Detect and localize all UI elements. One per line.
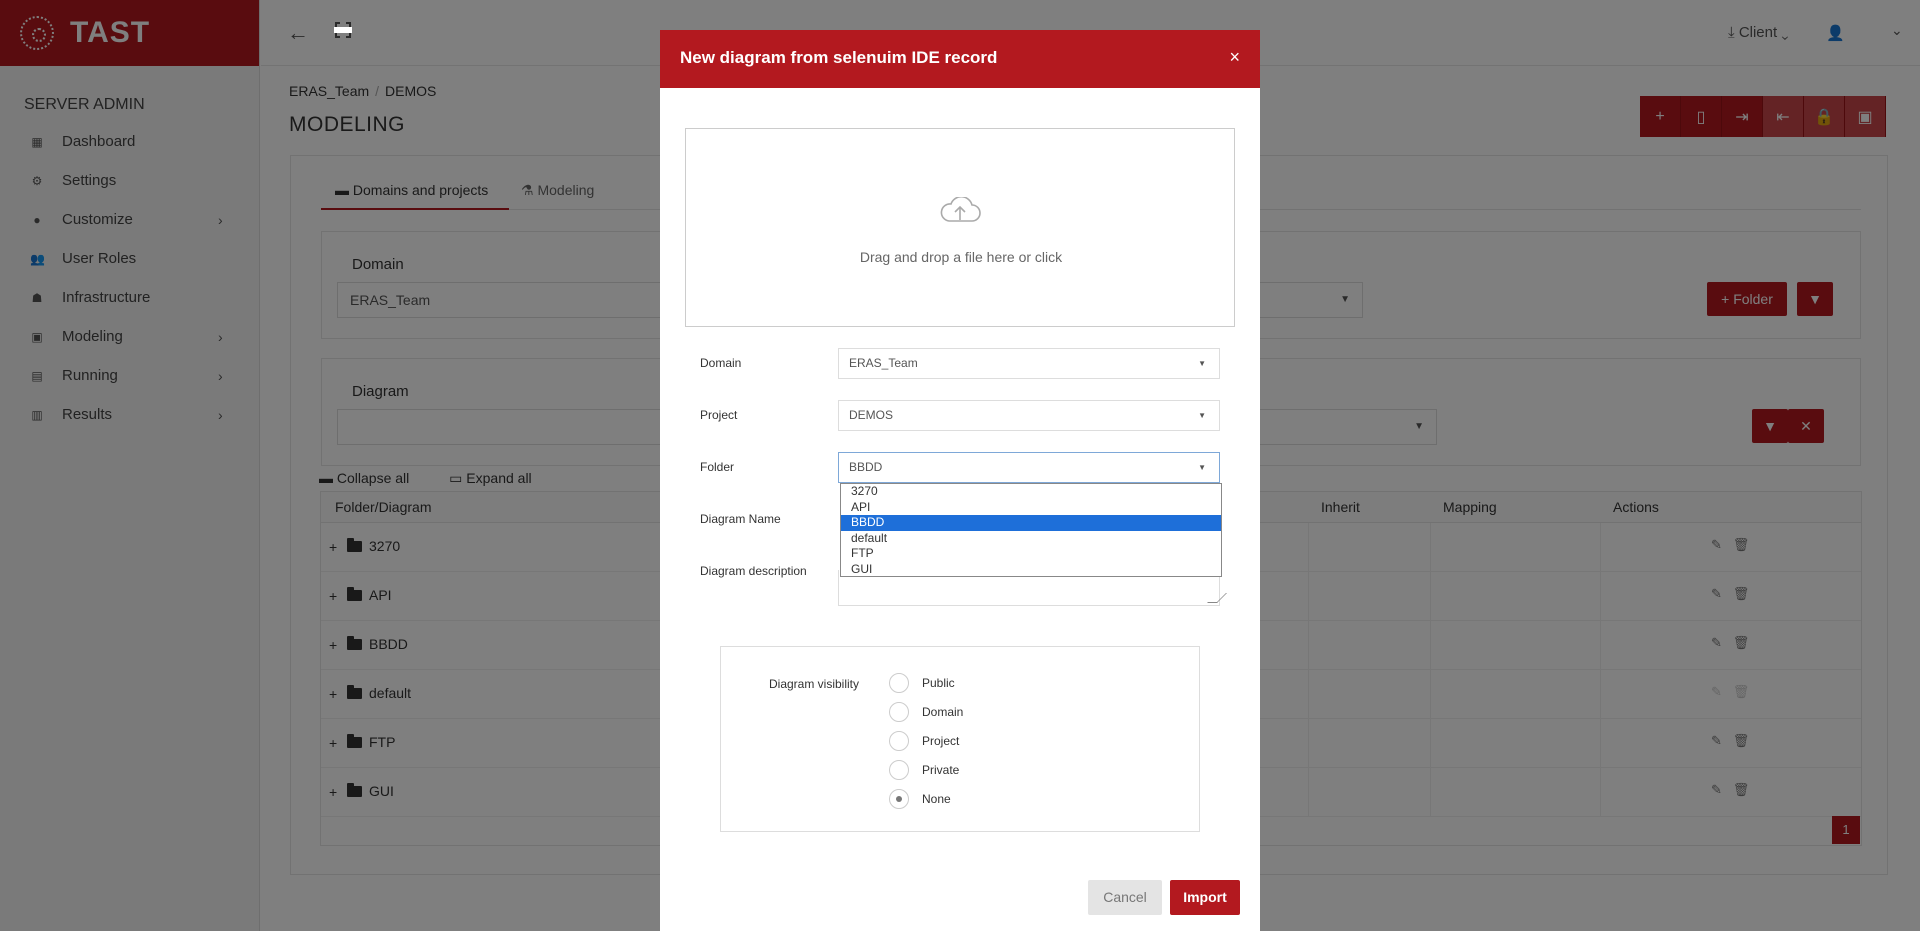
radio-label: Domain bbox=[922, 705, 964, 719]
dropdown-option[interactable]: default bbox=[841, 531, 1221, 547]
radio-label: None bbox=[922, 792, 951, 806]
radio-button[interactable] bbox=[889, 673, 909, 693]
folder-select[interactable]: BBDD ▼ bbox=[838, 452, 1220, 483]
folder-label: Folder bbox=[700, 460, 735, 474]
project-label: Project bbox=[700, 408, 738, 422]
import-button[interactable]: Import bbox=[1170, 880, 1240, 915]
dropdown-option[interactable]: API bbox=[841, 500, 1221, 516]
dropzone-text: Drag and drop a file here or click bbox=[859, 249, 1063, 265]
chevron-down-icon: ▼ bbox=[1198, 463, 1206, 472]
domain-select-value: ERAS_Team bbox=[849, 356, 918, 370]
resize-handle-icon[interactable] bbox=[1207, 593, 1227, 603]
domain-label: Domain bbox=[700, 356, 742, 370]
radio-button-checked[interactable] bbox=[889, 789, 909, 809]
chevron-down-icon: ▼ bbox=[1198, 359, 1206, 368]
visibility-option-private[interactable]: Private bbox=[889, 759, 959, 781]
visibility-option-none[interactable]: None bbox=[889, 788, 951, 810]
radio-label: Public bbox=[922, 676, 955, 690]
dropdown-option-selected[interactable]: BBDD bbox=[841, 515, 1221, 531]
folder-dropdown-list: 3270 API BBDD default FTP GUI bbox=[840, 483, 1222, 577]
project-select[interactable]: DEMOS ▼ bbox=[838, 400, 1220, 431]
cancel-button[interactable]: Cancel bbox=[1088, 880, 1162, 915]
dropdown-option[interactable]: 3270 bbox=[841, 484, 1221, 500]
folder-select-value: BBDD bbox=[849, 460, 883, 474]
visibility-option-domain[interactable]: Domain bbox=[889, 701, 963, 723]
radio-button[interactable] bbox=[889, 702, 909, 722]
visibility-option-public[interactable]: Public bbox=[889, 672, 955, 694]
modal-header: New diagram from selenuim IDE record × bbox=[660, 30, 1260, 88]
import-diagram-modal: New diagram from selenuim IDE record × D… bbox=[660, 30, 1260, 931]
visibility-panel: Diagram visibility Public Domain Project… bbox=[720, 646, 1200, 832]
dropdown-option[interactable]: FTP bbox=[841, 546, 1221, 562]
file-dropzone[interactable]: Drag and drop a file here or click bbox=[685, 128, 1235, 327]
radio-button[interactable] bbox=[889, 760, 909, 780]
radio-button[interactable] bbox=[889, 731, 909, 751]
visibility-label: Diagram visibility bbox=[769, 677, 860, 691]
dropdown-option[interactable]: GUI bbox=[841, 562, 1221, 578]
visibility-option-project[interactable]: Project bbox=[889, 730, 959, 752]
project-select-value: DEMOS bbox=[849, 408, 894, 422]
diagram-description-label: Diagram description bbox=[700, 564, 807, 578]
radio-label: Private bbox=[922, 763, 960, 777]
diagram-name-label: Diagram Name bbox=[700, 512, 781, 526]
cloud-upload-icon bbox=[940, 197, 981, 222]
domain-select[interactable]: ERAS_Team ▼ bbox=[838, 348, 1220, 379]
close-icon[interactable]: × bbox=[1229, 47, 1240, 68]
modal-title: New diagram from selenuim IDE record bbox=[680, 48, 998, 67]
radio-label: Project bbox=[922, 734, 960, 748]
chevron-down-icon: ▼ bbox=[1198, 411, 1206, 420]
